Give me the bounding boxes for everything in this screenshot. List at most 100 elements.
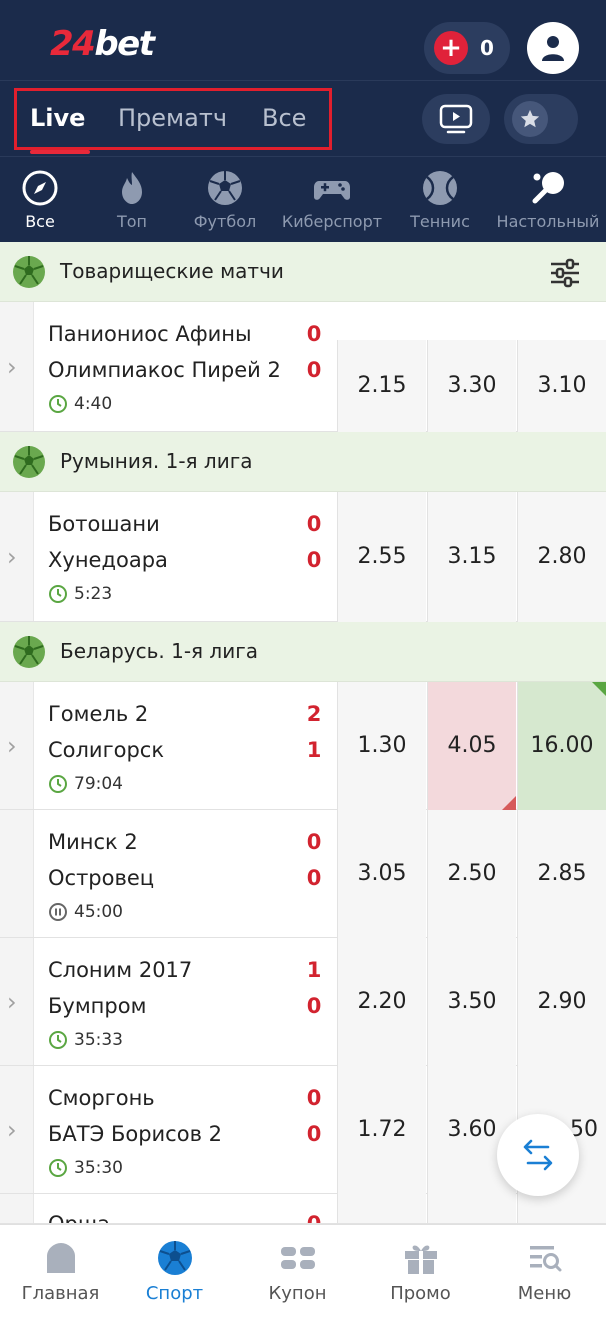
filter-icon[interactable] <box>548 256 582 290</box>
expand-chevron[interactable]: › <box>0 1066 34 1193</box>
sport-table-tennis[interactable]: Настольный <box>492 157 604 242</box>
team-away: Хунедоара <box>48 548 168 572</box>
odd-x[interactable]: 3.50 <box>427 938 516 1066</box>
league-header[interactable]: Товарищеские матчи <box>0 242 606 302</box>
team-home: Гомель 2 <box>48 702 149 726</box>
sport-football[interactable]: Футбол <box>184 157 266 242</box>
sport-label: Топ <box>116 212 148 231</box>
swap-button[interactable] <box>497 1114 579 1196</box>
nav-menu[interactable]: Меню <box>484 1225 605 1319</box>
sport-all[interactable]: Все <box>4 157 76 242</box>
logo-number: 24 <box>50 24 96 64</box>
expand-chevron[interactable]: › <box>0 302 34 431</box>
odd-x[interactable]: 3.15 <box>427 492 516 622</box>
user-button[interactable] <box>527 22 579 74</box>
odd-1[interactable]: 2.20 <box>337 938 426 1066</box>
nav-sport[interactable]: Спорт <box>114 1225 235 1319</box>
logo-word: bet <box>94 24 155 64</box>
score-home: 0 <box>306 322 322 346</box>
nav-label: Спорт <box>145 1283 204 1304</box>
nav-coupon[interactable]: Купон <box>237 1225 358 1319</box>
sport-label: Все <box>25 212 55 231</box>
nav-label: Купон <box>268 1283 327 1304</box>
league-header[interactable]: Румыния. 1-я лига <box>0 432 606 492</box>
odd-x[interactable] <box>427 1194 516 1223</box>
tab-prematch[interactable]: Прематч <box>118 104 227 132</box>
odd-x[interactable]: 3.30 <box>427 340 516 432</box>
sport-esports[interactable]: Киберспорт <box>276 157 388 242</box>
team-home: Минск 2 <box>48 830 138 854</box>
score-away: 0 <box>306 994 322 1018</box>
sports-filter-row: Все Топ Футбол Киберспорт Теннис Настоль… <box>0 156 606 242</box>
match-row[interactable]: Орша 0 <box>0 1194 606 1224</box>
score-home: 1 <box>306 958 322 982</box>
odd-x[interactable]: 2.50 <box>427 810 516 938</box>
nav-label: Главная <box>21 1283 100 1304</box>
odd-1[interactable]: 1.72 <box>337 1066 426 1194</box>
sport-tennis[interactable]: Теннис <box>400 157 480 242</box>
odd-up-indicator-icon <box>592 682 606 696</box>
expand-chevron[interactable]: › <box>0 938 34 1065</box>
odd-2[interactable] <box>517 1194 606 1223</box>
odd-1[interactable]: 2.55 <box>337 492 426 622</box>
match-row[interactable]: › Ботошани 0 Хунедоара 0 5:23 2.55 3.15 … <box>0 492 606 622</box>
match-row[interactable]: › Слоним 2017 1 Бумпром 0 35:33 2.20 3.5… <box>0 938 606 1066</box>
swap-icon <box>523 1139 553 1171</box>
score-away: 0 <box>306 358 322 382</box>
table-tennis-icon <box>532 172 564 204</box>
tab-all[interactable]: Все <box>262 104 306 132</box>
odd-1[interactable] <box>337 1194 426 1223</box>
team-away: Бумпром <box>48 994 147 1018</box>
score-away: 0 <box>306 548 322 572</box>
match-row[interactable]: › Гомель 2 2 Солигорск 1 79:04 1.30 4.05… <box>0 682 606 810</box>
league-name: Товарищеские матчи <box>60 259 284 283</box>
odd-2[interactable]: 2.90 <box>517 938 606 1066</box>
logo[interactable]: 24bet <box>50 24 155 64</box>
odd-2-rising[interactable]: 16.00 <box>517 682 606 810</box>
match-time: 79:04 <box>48 774 123 794</box>
score-home: 0 <box>306 1086 322 1110</box>
score-home: 0 <box>306 512 322 536</box>
clock-icon <box>49 585 67 603</box>
odd-1[interactable]: 2.15 <box>337 340 426 432</box>
expand-chevron[interactable]: › <box>0 682 34 809</box>
score-away: 1 <box>306 738 322 762</box>
plus-icon[interactable]: + <box>434 31 468 65</box>
football-icon <box>208 171 242 205</box>
league-name: Румыния. 1-я лига <box>60 449 253 473</box>
odd-1[interactable]: 1.30 <box>337 682 426 810</box>
sport-label: Теннис <box>410 212 470 231</box>
odd-2[interactable]: 3.10 <box>517 340 606 432</box>
odd-2[interactable]: 2.80 <box>517 492 606 622</box>
odd-1[interactable]: 3.05 <box>337 810 426 938</box>
clock-icon <box>49 395 67 413</box>
football-icon <box>13 636 45 668</box>
league-header[interactable]: Беларусь. 1-я лига <box>0 622 606 682</box>
tab-live[interactable]: Live <box>30 104 85 132</box>
nav-home[interactable]: Главная <box>0 1225 121 1319</box>
tv-icon <box>439 104 473 134</box>
favorites-button[interactable] <box>504 94 578 144</box>
league-name: Беларусь. 1-я лига <box>60 639 258 663</box>
team-away: Островец <box>48 866 155 890</box>
match-row[interactable]: › Паниониос Афины 0 Олимпиакос Пирей 2 0… <box>0 302 606 432</box>
score-home: 0 <box>306 830 322 854</box>
coupon-icon <box>280 1247 315 1269</box>
nav-promo[interactable]: Промо <box>360 1225 481 1319</box>
user-icon <box>542 36 564 61</box>
team-away: Солигорск <box>48 738 165 762</box>
sport-label: Киберспорт <box>281 212 383 231</box>
balance-pill[interactable]: + 0 <box>424 22 510 74</box>
match-row[interactable]: Минск 2 0 Островец 0 45:00 3.05 2.50 2.8… <box>0 810 606 938</box>
live-video-button[interactable] <box>422 94 490 144</box>
score-home: 2 <box>306 702 322 726</box>
pause-icon <box>49 903 67 921</box>
odd-down-indicator-icon <box>502 796 516 810</box>
odd-2[interactable]: 2.85 <box>517 810 606 938</box>
team-home: Сморгонь <box>48 1086 155 1110</box>
sport-top[interactable]: Топ <box>96 157 168 242</box>
expand-chevron <box>0 810 34 937</box>
expand-chevron[interactable]: › <box>0 492 34 621</box>
match-time: 5:23 <box>48 584 112 604</box>
odd-x-dropping[interactable]: 4.05 <box>427 682 516 810</box>
